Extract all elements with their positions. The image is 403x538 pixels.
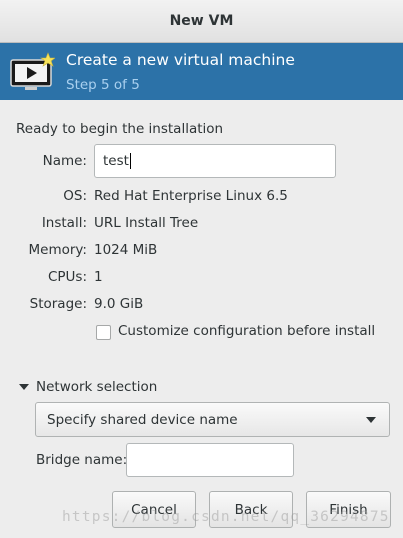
banner-step: Step 5 of 5 — [66, 77, 140, 93]
name-input[interactable]: test — [94, 144, 336, 178]
wizard-banner: Create a new virtual machine Step 5 of 5 — [0, 43, 403, 100]
cpus-label: CPUs: — [47, 269, 87, 285]
memory-label: Memory: — [28, 242, 87, 258]
watermark: https://blog.csdn.net/qq_36294875 — [62, 509, 390, 525]
dropdown-arrow-icon — [366, 417, 376, 423]
os-value: Red Hat Enterprise Linux 6.5 — [94, 188, 288, 204]
customize-checkbox[interactable] — [96, 325, 111, 340]
network-source-selected: Specify shared device name — [47, 411, 238, 428]
install-value: URL Install Tree — [94, 215, 199, 231]
customize-checkbox-label[interactable]: Customize configuration before install — [118, 323, 375, 339]
text-cursor — [129, 153, 131, 169]
memory-value: 1024 MiB — [94, 242, 158, 258]
cpus-value: 1 — [94, 269, 103, 285]
network-source-dropdown[interactable]: Specify shared device name — [35, 402, 390, 437]
name-label: Name: — [42, 153, 87, 169]
name-input-value: test — [103, 153, 129, 169]
bridge-name-label: Bridge name: — [36, 452, 128, 468]
os-label: OS: — [63, 188, 87, 204]
network-selection-label: Network selection — [36, 379, 158, 395]
ready-heading: Ready to begin the installation — [16, 121, 224, 137]
storage-value: 9.0 GiB — [94, 296, 144, 312]
storage-label: Storage: — [29, 296, 87, 312]
vm-install-icon — [10, 52, 55, 90]
window-title: New VM — [169, 13, 234, 29]
bridge-name-input[interactable] — [126, 443, 294, 477]
install-label: Install: — [41, 215, 87, 231]
expander-down-icon — [19, 384, 29, 390]
network-selection-expander[interactable]: Network selection — [19, 379, 157, 395]
window-titlebar: New VM — [0, 0, 403, 43]
banner-title: Create a new virtual machine — [66, 51, 295, 69]
